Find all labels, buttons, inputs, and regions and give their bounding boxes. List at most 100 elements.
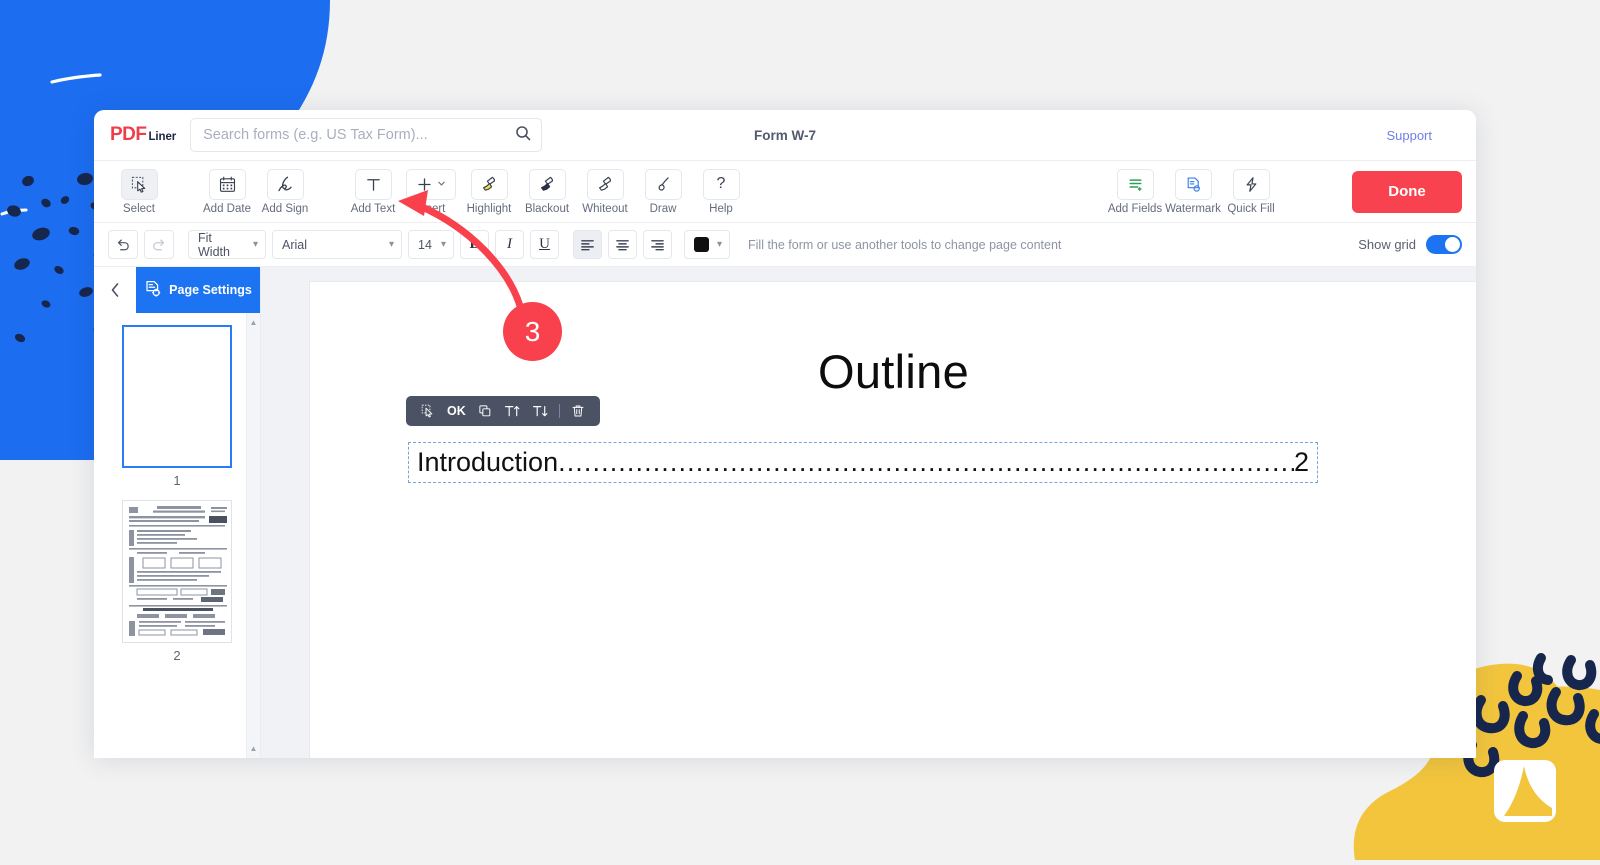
pdfliner-logo[interactable]: PDF Liner — [110, 124, 176, 146]
scroll-down-arrow-icon[interactable]: ▲ — [250, 744, 258, 753]
add-fields-icon — [1117, 169, 1154, 200]
tool-whiteout[interactable]: Whiteout — [576, 169, 634, 215]
zoom-select[interactable]: Fit Width ▾ — [188, 230, 266, 259]
show-grid-control[interactable]: Show grid — [1358, 235, 1462, 254]
underline-button[interactable]: U — [530, 230, 559, 259]
duplicate-icon[interactable] — [472, 396, 498, 426]
document-canvas[interactable]: Outline OK — [261, 267, 1476, 758]
tool-draw[interactable]: Draw — [634, 169, 692, 215]
document-page[interactable]: Outline OK — [310, 282, 1476, 758]
tool-help[interactable]: ? Help — [692, 169, 750, 215]
sidebar-collapse-button[interactable] — [94, 267, 136, 313]
page-thumbnail-2[interactable] — [122, 500, 232, 643]
underline-label: U — [539, 236, 550, 253]
calendar-icon — [209, 169, 246, 200]
text-element-introduction[interactable]: Introduction............................… — [408, 442, 1318, 483]
font-size-select[interactable]: 14 ▾ — [408, 230, 454, 259]
app-header: PDF Liner Form W-7 Support — [94, 110, 1476, 161]
zoom-value: Fit Width — [198, 231, 245, 259]
signature-pen-icon — [267, 169, 304, 200]
align-right-button[interactable] — [643, 230, 672, 259]
toolbar-right-group: Add Fields Watermark Qui — [1106, 169, 1462, 215]
format-toolbar: Fit Width ▾ Arial ▾ 14 ▾ B I U — [94, 223, 1476, 267]
sidebar-header: Page Settings — [94, 267, 260, 313]
italic-label: I — [507, 236, 512, 253]
page-settings-button[interactable]: Page Settings — [136, 267, 260, 313]
font-increase-icon[interactable] — [498, 396, 526, 426]
text-entry-page-ref: 2 — [1294, 447, 1309, 478]
page-thumbnail-item[interactable]: 1 — [94, 325, 260, 488]
scroll-up-arrow-icon[interactable]: ▲ — [250, 318, 258, 327]
pages-sidebar: Page Settings 1 — [94, 267, 261, 758]
page-thumbnail-list: 1 — [94, 313, 260, 663]
float-ok-button[interactable]: OK — [441, 396, 472, 426]
align-left-button[interactable] — [573, 230, 602, 259]
tool-label: Watermark — [1165, 203, 1221, 215]
pdfliner-app-window: PDF Liner Form W-7 Support Select — [94, 110, 1476, 758]
tool-label: Select — [123, 203, 155, 215]
draw-pen-icon — [645, 169, 682, 200]
tool-add-date[interactable]: Add Date — [198, 169, 256, 215]
blackout-brush-icon — [529, 169, 566, 200]
tool-watermark[interactable]: Watermark — [1164, 169, 1222, 215]
tool-select[interactable]: Select — [110, 169, 168, 215]
form-preview-graphic — [123, 501, 231, 642]
search-icon[interactable] — [515, 125, 531, 146]
page-number-label: 1 — [173, 473, 180, 488]
chevron-down-icon: ▾ — [441, 239, 446, 250]
tool-blackout[interactable]: Blackout — [518, 169, 576, 215]
text-entry-leader: ........................................… — [558, 447, 1294, 478]
font-family-select[interactable]: Arial ▾ — [272, 230, 402, 259]
tool-insert[interactable]: Insert — [402, 169, 460, 215]
color-swatch — [694, 237, 709, 252]
page-settings-label: Page Settings — [169, 283, 252, 297]
lightning-bolt-icon — [1233, 169, 1270, 200]
tool-add-fields[interactable]: Add Fields — [1106, 169, 1164, 215]
sidebar-scrollbar[interactable]: ▲ ▲ — [246, 313, 260, 758]
main-toolbar: Select Add Date — [94, 161, 1476, 223]
tool-highlight[interactable]: Highlight — [460, 169, 518, 215]
bold-label: B — [469, 236, 479, 253]
tool-label: Blackout — [525, 203, 569, 215]
toolbar-divider — [559, 404, 560, 418]
tool-add-text[interactable]: Add Text — [344, 169, 402, 215]
tool-quick-fill[interactable]: Quick Fill — [1222, 169, 1280, 215]
chevron-down-icon: ▾ — [389, 239, 394, 250]
support-link[interactable]: Support — [1386, 128, 1432, 143]
page-number-label: 2 — [173, 648, 180, 663]
text-entry-label: Introduction — [417, 447, 558, 478]
font-family-value: Arial — [282, 238, 307, 252]
font-decrease-icon[interactable] — [526, 396, 554, 426]
tool-label: Help — [709, 203, 733, 215]
page-thumbnail-item[interactable]: 2 — [94, 500, 260, 663]
document-heading: Outline — [310, 344, 1476, 399]
bold-button[interactable]: B — [460, 230, 489, 259]
search-box[interactable] — [190, 118, 542, 152]
redo-button[interactable] — [144, 230, 174, 259]
question-mark-icon: ? — [703, 169, 740, 200]
tool-label: Draw — [650, 203, 677, 215]
logo-mark-text: PDF — [110, 124, 147, 146]
chevron-down-icon: ▾ — [253, 239, 258, 250]
show-grid-toggle[interactable] — [1426, 235, 1462, 254]
pdfliner-watermark-logo — [1494, 760, 1556, 822]
highlighter-icon — [471, 169, 508, 200]
tool-add-sign[interactable]: Add Sign — [256, 169, 314, 215]
text-element-content: Introduction............................… — [417, 447, 1309, 478]
tool-label: Add Date — [203, 203, 251, 215]
page-thumbnail-1[interactable] — [122, 325, 232, 468]
italic-button[interactable]: I — [495, 230, 524, 259]
tool-label: Quick Fill — [1227, 203, 1274, 215]
cursor-select-icon — [121, 169, 158, 200]
align-center-button[interactable] — [608, 230, 637, 259]
done-button[interactable]: Done — [1352, 171, 1462, 213]
font-size-value: 14 — [418, 238, 432, 252]
trash-icon[interactable] — [565, 396, 591, 426]
tool-label: Add Fields — [1108, 203, 1162, 215]
text-color-select[interactable]: ▾ — [684, 230, 730, 259]
whiteout-brush-icon — [587, 169, 624, 200]
search-input[interactable] — [203, 127, 515, 143]
float-select-icon[interactable] — [415, 396, 441, 426]
logo-suffix-text: Liner — [149, 131, 177, 143]
undo-button[interactable] — [108, 230, 138, 259]
